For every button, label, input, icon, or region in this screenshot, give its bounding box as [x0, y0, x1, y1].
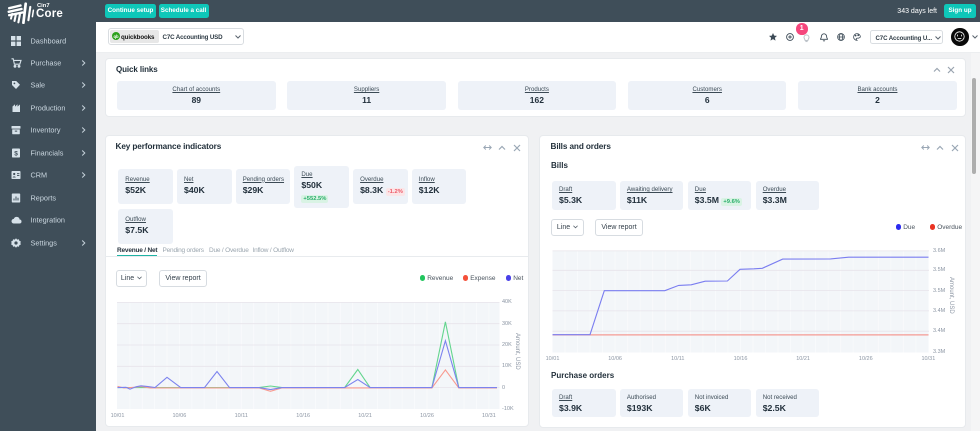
svg-text:qb: qb — [113, 34, 119, 39]
svg-text:$: $ — [14, 150, 18, 157]
